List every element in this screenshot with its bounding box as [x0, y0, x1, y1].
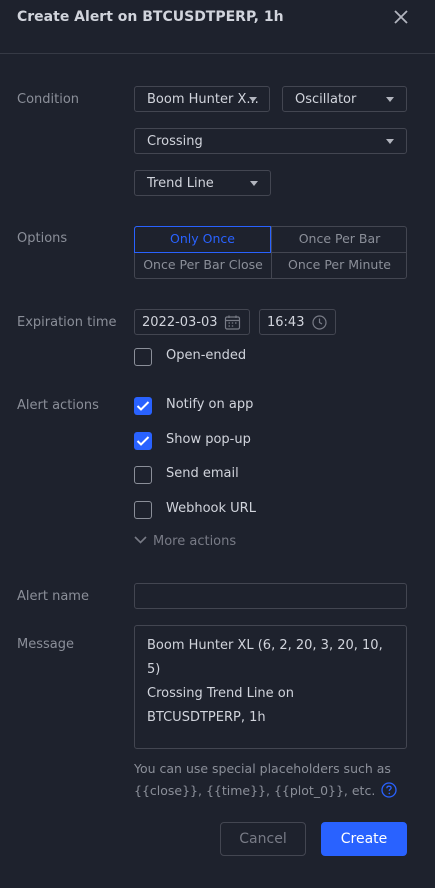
expiration-label: Expiration time — [17, 315, 117, 330]
expiration-date-input[interactable]: 2022-03-03 — [134, 309, 250, 335]
calendar-icon[interactable] — [224, 314, 241, 331]
expiration-date-value: 2022-03-03 — [142, 315, 218, 330]
open-ended-label: Open-ended — [166, 348, 247, 363]
cancel-button[interactable]: Cancel — [220, 822, 306, 856]
notify-on-app-checkbox[interactable] — [134, 397, 152, 415]
chevron-down-icon — [386, 97, 394, 102]
message-label: Message — [17, 637, 74, 652]
more-actions-label: More actions — [153, 534, 237, 549]
placeholder-hint: You can use special placeholders such as… — [134, 758, 409, 802]
option-only-once[interactable]: Only Once — [134, 226, 271, 253]
clock-icon[interactable] — [311, 314, 328, 331]
target-select-value: Trend Line — [147, 176, 214, 191]
show-popup-checkbox[interactable] — [134, 432, 152, 450]
chevron-down-icon — [134, 536, 147, 544]
indicator-select-value: Boom Hunter X... — [147, 92, 259, 107]
chevron-down-icon — [250, 181, 258, 186]
dialog-title: Create Alert on BTCUSDTPERP, 1h — [17, 9, 284, 25]
plot-select-value: Oscillator — [295, 92, 357, 107]
condition-label: Condition — [17, 92, 80, 107]
option-once-per-minute[interactable]: Once Per Minute — [271, 253, 407, 279]
webhook-url-checkbox[interactable] — [134, 501, 152, 519]
hint-line-2: {{close}}, {{time}}, {{plot_0}}, etc. — [134, 783, 376, 798]
create-button[interactable]: Create — [321, 822, 407, 856]
more-actions-toggle[interactable]: More actions — [134, 534, 236, 549]
webhook-url-label: Webhook URL — [166, 501, 256, 516]
chevron-down-icon — [249, 97, 257, 102]
operator-select-value: Crossing — [147, 134, 203, 149]
checkmark-icon — [136, 436, 150, 446]
send-email-checkbox[interactable] — [134, 466, 152, 484]
expiration-time-value: 16:43 — [267, 315, 305, 330]
checkmark-icon — [136, 401, 150, 411]
option-once-per-bar-close[interactable]: Once Per Bar Close — [135, 253, 271, 279]
dialog-header: Create Alert on BTCUSDTPERP, 1h — [0, 0, 435, 54]
message-line-2: Crossing Trend Line on BTCUSDTPERP, 1h — [147, 686, 294, 725]
chevron-down-icon — [386, 139, 394, 144]
alert-actions-label: Alert actions — [17, 398, 99, 413]
options-label: Options — [17, 231, 68, 246]
operator-select[interactable]: Crossing — [134, 128, 407, 154]
message-textarea[interactable]: Boom Hunter XL (6, 2, 20, 3, 20, 10, 5) … — [134, 625, 407, 749]
indicator-select[interactable]: Boom Hunter X... — [134, 86, 270, 112]
open-ended-checkbox[interactable] — [134, 348, 152, 366]
expiration-time-input[interactable]: 16:43 — [259, 309, 336, 335]
option-once-per-bar[interactable]: Once Per Bar — [271, 227, 407, 253]
alert-name-input[interactable] — [134, 583, 407, 609]
show-popup-label: Show pop-up — [166, 432, 251, 447]
trigger-options: Only Once Once Per Bar Once Per Bar Clos… — [134, 226, 407, 279]
hint-line-1: You can use special placeholders such as — [134, 761, 391, 776]
plot-select[interactable]: Oscillator — [282, 86, 407, 112]
send-email-label: Send email — [166, 466, 239, 481]
message-line-1: Boom Hunter XL (6, 2, 20, 3, 20, 10, 5) — [147, 638, 383, 677]
help-icon[interactable] — [381, 782, 397, 798]
notify-on-app-label: Notify on app — [166, 397, 254, 412]
alert-name-label: Alert name — [17, 589, 89, 604]
target-select[interactable]: Trend Line — [134, 170, 271, 196]
close-icon[interactable] — [390, 6, 412, 28]
